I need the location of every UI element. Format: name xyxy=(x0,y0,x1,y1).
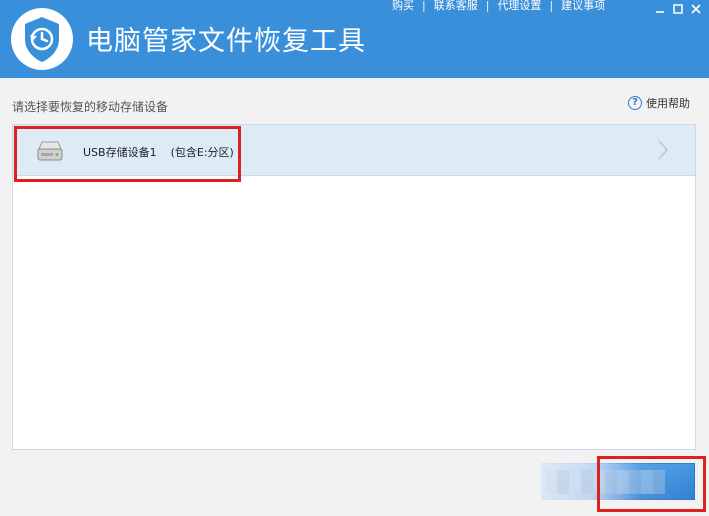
device-name: USB存储设备1 xyxy=(83,146,157,159)
device-prompt: 请选择要恢复的移动存储设备 xyxy=(12,100,169,114)
top-menu: 购买 | 联系客服 | 代理设置 | 建议事项 xyxy=(392,0,605,12)
minimize-icon[interactable] xyxy=(654,0,666,13)
close-icon[interactable] xyxy=(690,0,702,14)
maximize-icon[interactable] xyxy=(672,0,684,14)
help-label: 使用帮助 xyxy=(646,97,690,110)
menu-separator: | xyxy=(485,0,490,12)
menu-separator: | xyxy=(422,0,426,12)
app-logo-icon xyxy=(11,8,73,70)
device-list: USB存储设备1 (包含E:分区) xyxy=(12,124,696,450)
device-partition: (包含E:分区) xyxy=(170,146,234,159)
title-bar: 电脑管家文件恢复工具 购买 | 联系客服 | 代理设置 | 建议事项 xyxy=(0,0,709,78)
question-circle-icon: ? xyxy=(628,96,642,110)
menu-proxy-settings[interactable]: 代理设置 xyxy=(497,0,541,12)
app-title: 电脑管家文件恢复工具 xyxy=(86,26,366,57)
device-label: USB存储设备1 (包含E:分区) xyxy=(83,144,234,160)
menu-buy[interactable]: 购买 xyxy=(392,0,414,12)
menu-suggestions[interactable]: 建议事项 xyxy=(561,0,605,12)
start-scan-button[interactable] xyxy=(541,463,695,500)
window-controls xyxy=(654,0,702,14)
device-item-usb1[interactable]: USB存储设备1 (包含E:分区) xyxy=(13,125,695,176)
menu-contact-support[interactable]: 联系客服 xyxy=(434,0,478,12)
help-link[interactable]: ? 使用帮助 xyxy=(628,95,690,111)
usb-drive-icon xyxy=(36,139,64,163)
chevron-right-icon xyxy=(656,139,670,161)
menu-separator: | xyxy=(549,0,554,12)
